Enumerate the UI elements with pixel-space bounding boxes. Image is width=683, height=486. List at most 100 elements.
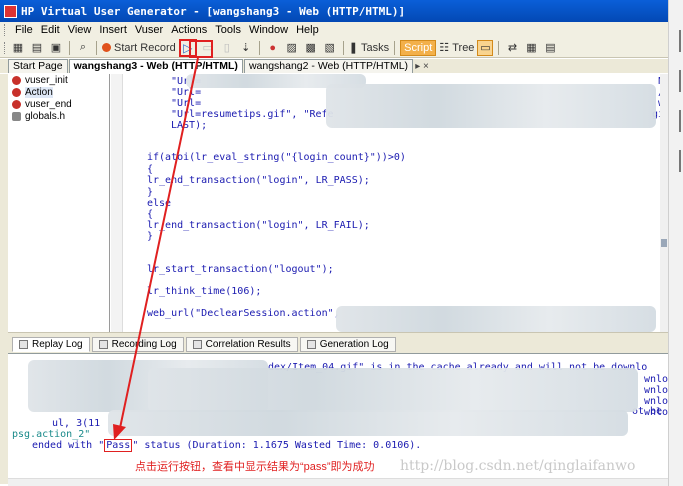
editor-gutter bbox=[111, 74, 123, 332]
tab-wangshang2[interactable]: wangshang2 - Web (HTTP/HTML) bbox=[243, 59, 414, 73]
menu-vuser[interactable]: Vuser bbox=[135, 24, 163, 36]
tab-generation-log[interactable]: Generation Log bbox=[299, 337, 396, 352]
tree-view-icon: ☷ bbox=[439, 42, 450, 54]
code-line: "Url=resumetips.gif", "Refe bbox=[171, 109, 334, 120]
start-record-label: Start Record bbox=[114, 41, 176, 54]
tree-item-vuser-init[interactable]: vuser_init bbox=[8, 74, 109, 86]
redacted-area bbox=[108, 410, 628, 436]
code-line: "Url= bbox=[171, 98, 202, 109]
ended-suffix: " status (Duration: 1.1675 Wasted Time: … bbox=[132, 440, 422, 451]
log-line-ended: ended with " Pass " status (Duration: 1.16… bbox=[32, 439, 422, 452]
tab-label: Generation Log bbox=[319, 339, 389, 350]
toolbar-separator bbox=[96, 40, 97, 55]
script-view-label: Script bbox=[404, 41, 433, 54]
tab-label: Recording Log bbox=[111, 339, 177, 350]
menu-view[interactable]: View bbox=[68, 24, 92, 36]
editor-vertical-scrollbar[interactable] bbox=[660, 74, 668, 332]
log-line-fragment: wnlo bbox=[644, 385, 668, 396]
watermark: http://blog.csdn.net/qinglaifanwo bbox=[400, 458, 636, 474]
toolbar-separator bbox=[394, 40, 396, 55]
correlation-icon bbox=[192, 340, 202, 349]
compile-icon[interactable]: ▨ bbox=[284, 40, 300, 56]
breakpoint-icon[interactable]: ● bbox=[265, 40, 281, 56]
scrollbar-thumb[interactable] bbox=[661, 239, 667, 247]
header-file-icon bbox=[12, 111, 21, 121]
menu-insert[interactable]: Insert bbox=[99, 24, 127, 36]
code-line: } bbox=[147, 187, 154, 198]
desktop-strip bbox=[668, 0, 683, 486]
start-record-button[interactable]: Start Record bbox=[102, 40, 176, 56]
menu-grip bbox=[4, 24, 7, 36]
code-line: lr_end_transaction("login", LR_FAIL); bbox=[147, 220, 370, 231]
find-icon[interactable]: ⌕ bbox=[75, 40, 91, 56]
strip-mark bbox=[679, 30, 681, 52]
ended-prefix: ended with " bbox=[32, 440, 105, 451]
tree-item-action[interactable]: Action bbox=[8, 86, 109, 98]
http-view-icon[interactable]: ▦ bbox=[523, 40, 539, 56]
main-toolbar: ▦ ▤ ▣ ⌕ Start Record ▷ ▭ ▯ ⇣ ● ▨ ▩ ▧ ❚ T… bbox=[0, 38, 668, 58]
run-settings-icon[interactable]: ▩ bbox=[303, 40, 319, 56]
log-horizontal-scrollbar[interactable] bbox=[8, 478, 668, 486]
code-line: else bbox=[147, 198, 172, 209]
strip-mark bbox=[679, 110, 681, 132]
left-frame-edge bbox=[0, 74, 8, 484]
log-line: ul, 3(11 bbox=[52, 418, 101, 429]
tab-scroll-close-icon[interactable]: ▸ × bbox=[414, 61, 430, 73]
action-icon bbox=[12, 99, 21, 109]
open-folder-icon[interactable]: ▤ bbox=[29, 40, 45, 56]
code-line: lr_start_transaction("logout"); bbox=[147, 264, 334, 275]
pause-icon[interactable]: ▯ bbox=[219, 40, 235, 56]
window-title: HP Virtual User Generator - [wangshang3 … bbox=[21, 4, 406, 18]
tab-correlation-results[interactable]: Correlation Results bbox=[185, 337, 298, 352]
generation-log-icon bbox=[306, 340, 316, 349]
tree-view-button[interactable]: ☷ Tree bbox=[439, 40, 474, 56]
menu-help[interactable]: Help bbox=[296, 24, 319, 36]
script-editor[interactable]: "Url= "Url= "Url= "Url=resumetips.gif", … bbox=[111, 74, 668, 332]
app-icon bbox=[4, 4, 17, 18]
menu-bar: File Edit View Insert Vuser Actions Tool… bbox=[0, 22, 668, 38]
menu-edit[interactable]: Edit bbox=[41, 24, 60, 36]
menu-file[interactable]: File bbox=[15, 24, 33, 36]
stop-icon[interactable]: ▭ bbox=[200, 40, 216, 56]
tab-wangshang3[interactable]: wangshang3 - Web (HTTP/HTML) bbox=[68, 59, 243, 73]
menu-tools[interactable]: Tools bbox=[215, 24, 241, 36]
tab-label: Correlation Results bbox=[205, 339, 291, 350]
replay-log-icon bbox=[19, 340, 28, 349]
recording-log-icon bbox=[98, 340, 108, 349]
save-icon[interactable]: ▣ bbox=[48, 40, 64, 56]
new-script-icon[interactable]: ▦ bbox=[10, 40, 26, 56]
general-options-icon[interactable]: ▧ bbox=[322, 40, 338, 56]
code-line: LAST); bbox=[171, 120, 208, 131]
toolbar-separator bbox=[69, 40, 70, 55]
tree-item-globals[interactable]: globals.h bbox=[8, 110, 109, 122]
annotation-text: 点击运行按钮，查看中显示结果为“pass”即为成功 bbox=[135, 461, 375, 473]
code-line: } bbox=[147, 231, 154, 242]
log-line-fragment: wnlo bbox=[644, 374, 668, 385]
tasks-button[interactable]: ❚ Tasks bbox=[349, 40, 389, 56]
pass-status: Pass bbox=[104, 439, 133, 452]
tree-item-label: globals.h bbox=[25, 110, 66, 122]
output-tabs: Replay Log Recording Log Correlation Res… bbox=[8, 336, 668, 354]
tab-replay-log[interactable]: Replay Log bbox=[12, 337, 90, 352]
tab-start-page[interactable]: Start Page bbox=[8, 59, 68, 73]
code-line: "Url= bbox=[171, 87, 202, 98]
tree-toggle-icon[interactable]: ▤ bbox=[542, 40, 558, 56]
redacted-area bbox=[336, 306, 656, 332]
menu-window[interactable]: Window bbox=[249, 24, 288, 36]
play-icon: ▷ bbox=[183, 40, 193, 55]
run-play-button[interactable]: ▷ bbox=[178, 38, 197, 57]
snapshot-icon[interactable]: ⇄ bbox=[504, 40, 520, 56]
script-layout-icon[interactable]: ▭ bbox=[477, 39, 494, 56]
script-view-button[interactable]: Script bbox=[400, 39, 437, 56]
code-line: if(atoi(lr_eval_string("{login_count}"))… bbox=[147, 152, 406, 163]
toolbar-separator bbox=[498, 40, 500, 55]
toolbar-separator bbox=[258, 40, 260, 55]
menu-actions[interactable]: Actions bbox=[171, 24, 207, 36]
step-icon[interactable]: ⇣ bbox=[238, 40, 254, 56]
tab-recording-log[interactable]: Recording Log bbox=[91, 337, 184, 352]
title-bar: HP Virtual User Generator - [wangshang3 … bbox=[0, 0, 668, 22]
redacted-area bbox=[326, 84, 656, 128]
tree-item-vuser-end[interactable]: vuser_end bbox=[8, 98, 109, 110]
tree-item-label: vuser_end bbox=[25, 98, 72, 110]
code-line: lr_think_time(106); bbox=[147, 286, 262, 297]
